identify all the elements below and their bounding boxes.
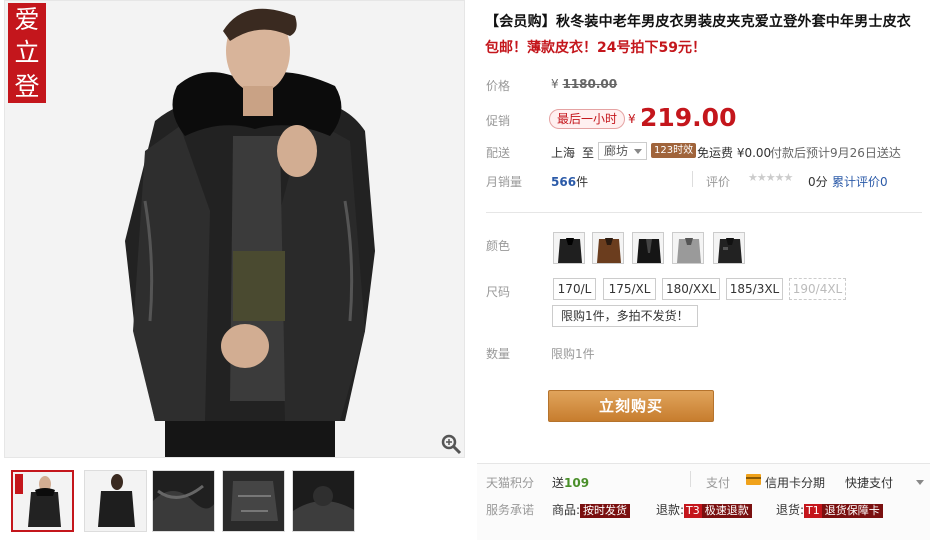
main-product-image[interactable]: 爱 立 登 — [4, 0, 465, 458]
promo-price-label: 促销 — [486, 114, 511, 128]
quantity-label: 数量 — [486, 347, 511, 361]
delivery-time-badge: 123时效 — [651, 143, 697, 158]
fast-refund-tag: 极速退款 — [701, 504, 752, 518]
refund-promise: 退款: T3 极速退款 — [656, 501, 752, 518]
shipping-fee: 免运费 ¥0.00 — [697, 146, 772, 160]
return-promise: 退货: T1 退货保障卡 — [776, 501, 883, 518]
delivery-label: 配送 — [486, 146, 511, 160]
color-swatch-black-2[interactable] — [632, 232, 664, 264]
thumbnail-4[interactable] — [222, 470, 285, 532]
credit-card-icon — [746, 474, 761, 485]
thumbnail-5[interactable] — [292, 470, 355, 532]
color-label: 颜色 — [486, 239, 511, 253]
chevron-down-icon[interactable] — [916, 480, 924, 485]
price-label: 价格 — [486, 79, 511, 93]
original-price: ¥ 1180.00 — [551, 77, 617, 91]
model-in-leather-jacket-image — [5, 1, 464, 457]
thumbnail-image — [223, 471, 284, 531]
rating-stars: ★★★★★ — [748, 171, 793, 184]
return-guarantee-tag: 退货保障卡 — [821, 504, 883, 518]
promo-text: 包邮！薄款皮衣！24号拍下59元！ — [485, 40, 706, 56]
review-label: 累计评价 — [832, 175, 881, 189]
color-swatch-grey[interactable] — [672, 232, 704, 264]
rating-label: 评价 — [706, 175, 731, 189]
thumbnail-2[interactable] — [84, 470, 147, 532]
quick-pay[interactable]: 快捷支付 — [845, 474, 893, 491]
service-promise-label: 服务承诺 — [486, 503, 535, 517]
delivery-to-word: 至 — [582, 146, 595, 160]
payment-label: 支付 — [706, 476, 731, 490]
monthly-sales-unit: 件 — [576, 175, 589, 189]
delivery-eta: 付款后预计9月26日送达 — [770, 146, 901, 160]
return-label: 退货: — [776, 503, 805, 517]
points-prefix: 送 — [552, 476, 565, 490]
promo-currency-symbol: ¥ — [628, 112, 636, 126]
jacket-thumbnail — [593, 233, 623, 263]
review-count-link[interactable]: 累计评价0 — [832, 173, 888, 190]
points-value: 109 — [564, 476, 590, 490]
return-code-badge: T1 — [804, 504, 822, 518]
thumbnail-image — [85, 471, 146, 531]
destination-city: 廊坊 — [604, 144, 629, 158]
thumbnail-3[interactable] — [152, 470, 215, 532]
promo-price-value: 219.00 — [640, 103, 737, 132]
color-swatch-brown[interactable] — [592, 232, 624, 264]
quantity-limit: 限购1件 — [551, 347, 595, 361]
chevron-down-icon — [634, 149, 643, 154]
destination-city-select[interactable]: 廊坊 — [598, 142, 648, 160]
review-count: 0 — [880, 175, 888, 189]
tmall-points-label: 天猫积分 — [486, 476, 535, 490]
delivery-from: 上海 — [551, 146, 576, 160]
color-swatch-black-3[interactable] — [713, 232, 745, 264]
size-option-180-xxl[interactable]: 180/XXL — [662, 278, 720, 300]
product-title: 【会员购】秋冬装中老年男皮衣男装皮夹克爱立登外套中年男士皮衣 — [485, 14, 911, 30]
jacket-thumbnail — [554, 233, 584, 263]
jacket-thumbnail — [673, 233, 703, 263]
currency-symbol: ¥ — [551, 77, 559, 91]
jacket-thumbnail — [714, 233, 744, 263]
purchase-limit-note: 限购1件，多拍不发货！ — [552, 305, 698, 327]
thumbnail-image — [13, 472, 72, 530]
credit-card-installment[interactable]: 信用卡分期 — [765, 474, 825, 491]
original-price-value: 1180.00 — [562, 77, 618, 91]
refund-code-badge: T3 — [684, 504, 702, 518]
jacket-thumbnail — [633, 233, 663, 263]
thumbnail-image — [153, 471, 214, 531]
zoom-icon[interactable] — [440, 433, 462, 455]
color-swatch-black[interactable] — [553, 232, 585, 264]
monthly-sales-count: 566 — [551, 175, 577, 189]
brand-logo-char: 爱 — [14, 5, 40, 35]
brand-logo: 爱 立 登 — [8, 3, 46, 103]
rating-score: 0分 — [808, 175, 828, 189]
size-label: 尺码 — [486, 285, 511, 299]
divider — [692, 171, 693, 187]
refund-label: 退款: — [656, 503, 685, 517]
thumbnail-1[interactable] — [11, 470, 74, 532]
monthly-sales-label: 月销量 — [486, 175, 523, 189]
divider — [486, 212, 922, 213]
divider — [690, 471, 691, 487]
size-option-190-4xl: 190/4XL — [789, 278, 846, 300]
last-hour-tag: 最后一小时 — [549, 109, 626, 129]
buy-now-button[interactable]: 立刻购买 — [548, 390, 714, 422]
goods-label: 商品: — [552, 503, 581, 517]
size-option-185-3xl[interactable]: 185/3XL — [726, 278, 783, 300]
size-option-170-l[interactable]: 170/L — [553, 278, 596, 300]
monthly-sales: 566件 — [551, 173, 588, 190]
tmall-points: 送109 — [552, 474, 589, 491]
brand-logo-char: 立 — [14, 38, 40, 68]
goods-promise: 商品: 按时发货 — [552, 501, 631, 518]
size-option-175-xl[interactable]: 175/XL — [603, 278, 656, 300]
on-time-delivery-tag: 按时发货 — [580, 504, 631, 518]
thumbnail-image — [293, 471, 354, 531]
brand-logo-char: 登 — [14, 71, 40, 101]
